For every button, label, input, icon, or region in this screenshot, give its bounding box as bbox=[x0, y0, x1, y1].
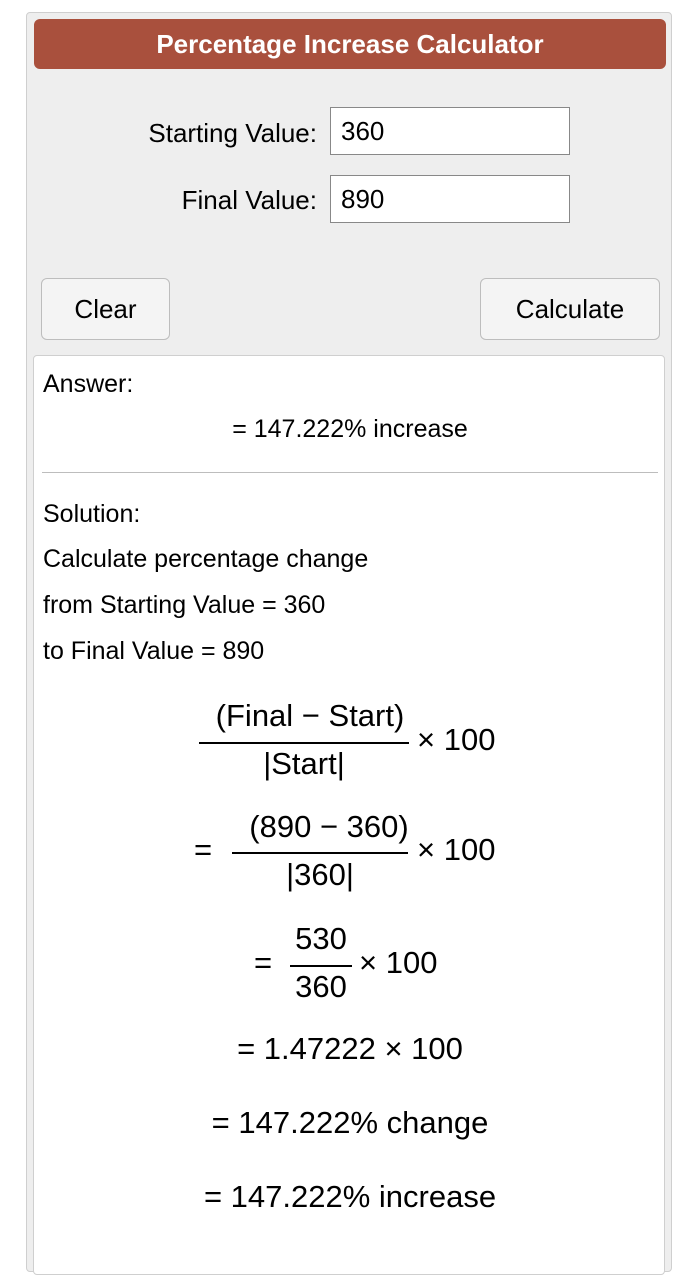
step4: = 147.222% change bbox=[211, 1105, 489, 1140]
answer-value: = 147.222% increase bbox=[232, 415, 468, 443]
clear-button[interactable]: Clear bbox=[41, 278, 170, 340]
step2-numerator: 530 bbox=[295, 921, 347, 956]
step2-equals: = bbox=[254, 945, 273, 980]
step3: = 1.47222 × 100 bbox=[237, 1031, 463, 1066]
calculator-panel: Percentage Increase Calculator Starting … bbox=[26, 12, 672, 1275]
starting-value-label: Starting Value: bbox=[148, 118, 317, 148]
step5: = 147.222% increase bbox=[203, 1179, 497, 1214]
step1-denominator: |360| bbox=[286, 857, 354, 892]
step2-fraction-bar bbox=[290, 965, 352, 967]
step1-equals: = bbox=[194, 832, 213, 867]
calculate-button[interactable]: Calculate bbox=[480, 278, 660, 340]
solution-heading: Solution: bbox=[43, 500, 141, 528]
formula-denominator: |Start| bbox=[263, 746, 345, 781]
solution-line-3: to Final Value = 890 bbox=[43, 637, 265, 665]
formula-times-100: × 100 bbox=[417, 722, 496, 757]
step1-numerator: (890 − 360) bbox=[249, 809, 409, 844]
final-value-input[interactable] bbox=[330, 175, 570, 223]
answer-heading: Answer: bbox=[43, 370, 134, 398]
final-value-label: Final Value: bbox=[181, 185, 317, 215]
calculator-title: Percentage Increase Calculator bbox=[34, 19, 666, 69]
solution-line-1: Calculate percentage change bbox=[43, 545, 369, 573]
step1-fraction-bar bbox=[232, 852, 408, 854]
divider bbox=[42, 472, 658, 473]
solution-line-2: from Starting Value = 360 bbox=[43, 591, 326, 619]
formula-fraction-bar bbox=[199, 742, 409, 744]
step2-denominator: 360 bbox=[295, 969, 347, 1004]
result-panel: Answer: = 147.222% increase Solution: Ca… bbox=[33, 355, 665, 1275]
step2-times-100: × 100 bbox=[359, 945, 438, 980]
step1-times-100: × 100 bbox=[417, 832, 496, 867]
formula-numerator: (Final − Start) bbox=[215, 698, 405, 733]
starting-value-input[interactable] bbox=[330, 107, 570, 155]
